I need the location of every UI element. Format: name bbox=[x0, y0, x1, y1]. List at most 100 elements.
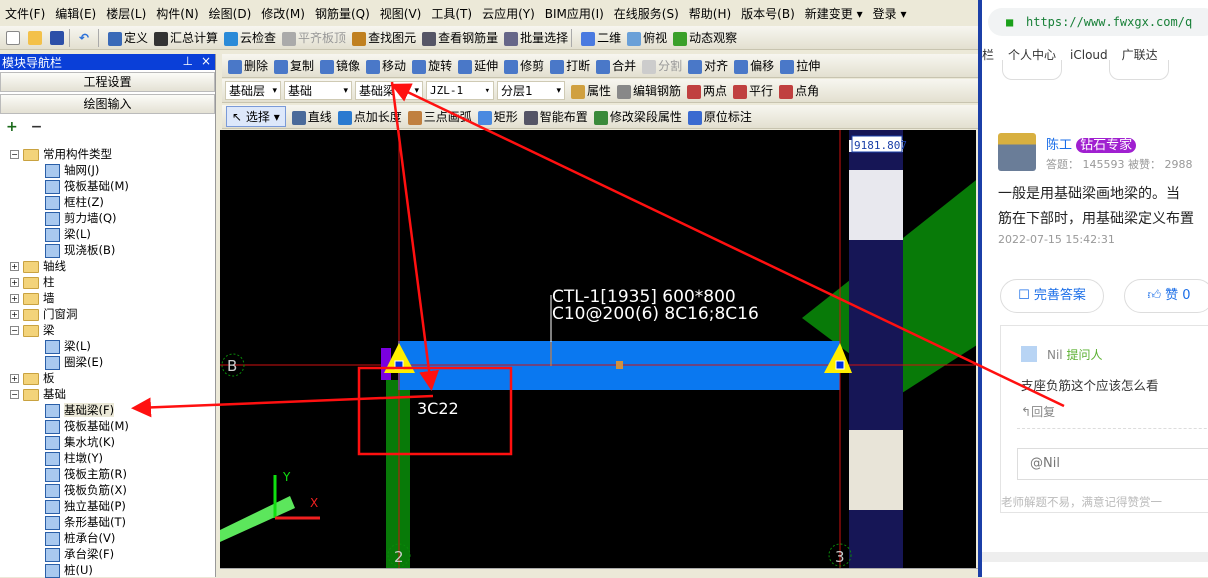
draw-button[interactable]: 原位标注 bbox=[682, 110, 752, 125]
reply-input[interactable]: @Nil bbox=[1017, 448, 1208, 480]
toolbar-button[interactable]: 批量选择 bbox=[498, 31, 568, 46]
bookmark[interactable]: 栏 bbox=[982, 48, 994, 62]
menu-item[interactable]: 帮助(H) bbox=[684, 5, 736, 22]
tree-item[interactable]: 框柱(Z) bbox=[0, 194, 215, 210]
tree-item[interactable]: + 轴线 bbox=[0, 258, 215, 274]
edit-button[interactable]: 修剪 bbox=[498, 57, 544, 74]
tree-item[interactable]: 剪力墙(Q) bbox=[0, 210, 215, 226]
bookmark[interactable]: iCloud bbox=[1070, 48, 1108, 62]
address-bar[interactable]: ■ https://www.fwxgx.com/q bbox=[988, 8, 1208, 36]
menu-item[interactable]: 新建变更 ▾ bbox=[800, 5, 868, 22]
open-folder-icon[interactable] bbox=[28, 30, 42, 45]
edit-button[interactable]: 旋转 bbox=[406, 57, 452, 74]
tree-item[interactable]: 桩(U) bbox=[0, 562, 215, 578]
edit-button[interactable]: 合并 bbox=[590, 57, 636, 74]
tree-item[interactable]: 基础梁(F) bbox=[0, 402, 215, 418]
toolbar-button[interactable]: 查看钢筋量 bbox=[416, 31, 498, 46]
tree-item[interactable]: 集水坑(K) bbox=[0, 434, 215, 450]
edit-button[interactable]: 删除 bbox=[222, 57, 268, 74]
toolbar-button[interactable]: 云检查 bbox=[218, 31, 276, 46]
reply-link[interactable]: ↰回复 bbox=[1021, 403, 1055, 420]
menu-item[interactable]: 构件(N) bbox=[151, 5, 203, 22]
menu-item[interactable]: 文件(F) bbox=[0, 5, 50, 22]
edit-button[interactable]: 分割 bbox=[636, 57, 682, 74]
avatar[interactable] bbox=[998, 133, 1036, 171]
expand-icon[interactable]: + bbox=[10, 294, 19, 303]
drawing-input-button[interactable]: 绘图输入 bbox=[0, 94, 215, 114]
draw-button[interactable]: 点加长度 bbox=[332, 110, 402, 125]
collapse-icon[interactable]: − bbox=[10, 326, 19, 335]
collapse-icon[interactable]: − bbox=[10, 150, 19, 159]
tree-item[interactable]: 梁(L) bbox=[0, 338, 215, 354]
tree-item[interactable]: − 基础 bbox=[0, 386, 215, 402]
select-button[interactable]: ↖ 选择 ▾ bbox=[226, 106, 286, 127]
menu-item[interactable]: 工具(T) bbox=[426, 5, 477, 22]
toolbar-button[interactable]: 定义 bbox=[102, 31, 148, 46]
draw-button[interactable]: 智能布置 bbox=[518, 110, 588, 125]
draw-button[interactable]: 直线 bbox=[286, 110, 332, 125]
edit-button[interactable]: 拉伸 bbox=[774, 57, 820, 74]
project-settings-button[interactable]: 工程设置 bbox=[0, 72, 215, 92]
drawing-canvas[interactable]: 9181.807 CTL-1[1935] 600*800 C10@200(6) … bbox=[220, 130, 976, 568]
layer-select[interactable]: 分层1 bbox=[497, 81, 565, 100]
tree-item[interactable]: + 板 bbox=[0, 370, 215, 386]
edit-button[interactable]: 复制 bbox=[268, 57, 314, 74]
tree-item[interactable]: 梁(L) bbox=[0, 226, 215, 242]
collapse-all-icon[interactable]: − bbox=[31, 119, 43, 135]
props-button[interactable]: 编辑钢筋 bbox=[611, 84, 681, 99]
collapse-icon[interactable]: − bbox=[10, 390, 19, 399]
props-button[interactable]: 点角 bbox=[773, 84, 819, 99]
tree-item[interactable]: + 门窗洞 bbox=[0, 306, 215, 322]
tree-item[interactable]: 桩承台(V) bbox=[0, 530, 215, 546]
floor-select[interactable]: 基础层 bbox=[225, 81, 281, 100]
menu-item[interactable]: BIM应用(I) bbox=[540, 5, 609, 22]
edit-button[interactable]: 镜像 bbox=[314, 57, 360, 74]
view-button[interactable]: 二维 bbox=[575, 31, 621, 46]
draw-button[interactable]: 矩形 bbox=[472, 110, 518, 125]
edit-button[interactable]: 对齐 bbox=[682, 57, 728, 74]
author-name[interactable]: 陈工 bbox=[1046, 138, 1072, 153]
menu-item[interactable]: 在线服务(S) bbox=[609, 5, 684, 22]
props-button[interactable]: 属性 bbox=[565, 84, 611, 99]
tree-item[interactable]: 独立基础(P) bbox=[0, 498, 215, 514]
tree-item[interactable]: 轴网(J) bbox=[0, 162, 215, 178]
type-select[interactable]: 基础梁 bbox=[355, 81, 423, 100]
toolbar-button[interactable]: 查找图元 bbox=[346, 31, 416, 46]
tree-item[interactable]: 筏板主筋(R) bbox=[0, 466, 215, 482]
menu-item[interactable]: 视图(V) bbox=[375, 5, 427, 22]
tree-item[interactable]: + 柱 bbox=[0, 274, 215, 290]
expand-icon[interactable]: + bbox=[10, 310, 19, 319]
tree-item[interactable]: 现浇板(B) bbox=[0, 242, 215, 258]
edit-button[interactable]: 移动 bbox=[360, 57, 406, 74]
expand-all-icon[interactable]: + bbox=[6, 119, 18, 135]
tree-item[interactable]: + 墙 bbox=[0, 290, 215, 306]
expand-icon[interactable]: + bbox=[10, 374, 19, 383]
save-icon[interactable] bbox=[50, 30, 64, 45]
close-icon[interactable]: × bbox=[201, 54, 211, 68]
component-select[interactable]: JZL-1 bbox=[426, 81, 494, 100]
menu-item[interactable]: 钢筋量(Q) bbox=[310, 5, 375, 22]
tree-item[interactable]: 筏板负筋(X) bbox=[0, 482, 215, 498]
tree-item[interactable]: 筏板基础(M) bbox=[0, 418, 215, 434]
menu-item[interactable]: 楼层(L) bbox=[101, 5, 151, 22]
menu-item[interactable]: 绘图(D) bbox=[204, 5, 257, 22]
toolbar-button[interactable]: 平齐板顶 bbox=[276, 31, 346, 46]
menu-item[interactable]: 编辑(E) bbox=[50, 5, 101, 22]
category-select[interactable]: 基础 bbox=[284, 81, 352, 100]
expand-icon[interactable]: + bbox=[10, 262, 19, 271]
tree-item[interactable]: − 常用构件类型 bbox=[0, 146, 215, 162]
undo-icon[interactable]: ↶ bbox=[79, 31, 93, 45]
improve-answer-button[interactable]: ☐ 完善答案 bbox=[1000, 279, 1104, 313]
tree-item[interactable]: 柱墩(Y) bbox=[0, 450, 215, 466]
tree-item[interactable]: − 梁 bbox=[0, 322, 215, 338]
toolbar-button[interactable]: 汇总计算 bbox=[148, 31, 218, 46]
menu-item[interactable]: 修改(M) bbox=[256, 5, 310, 22]
view-button[interactable]: 俯视 bbox=[621, 31, 667, 46]
draw-button[interactable]: 修改梁段属性 bbox=[588, 110, 682, 125]
expand-icon[interactable]: + bbox=[10, 278, 19, 287]
props-button[interactable]: 两点 bbox=[681, 84, 727, 99]
menu-item[interactable]: 登录 ▾ bbox=[868, 5, 912, 22]
props-button[interactable]: 平行 bbox=[727, 84, 773, 99]
pin-icon[interactable]: ⊥ bbox=[182, 54, 192, 68]
tree-item[interactable]: 承台梁(F) bbox=[0, 546, 215, 562]
